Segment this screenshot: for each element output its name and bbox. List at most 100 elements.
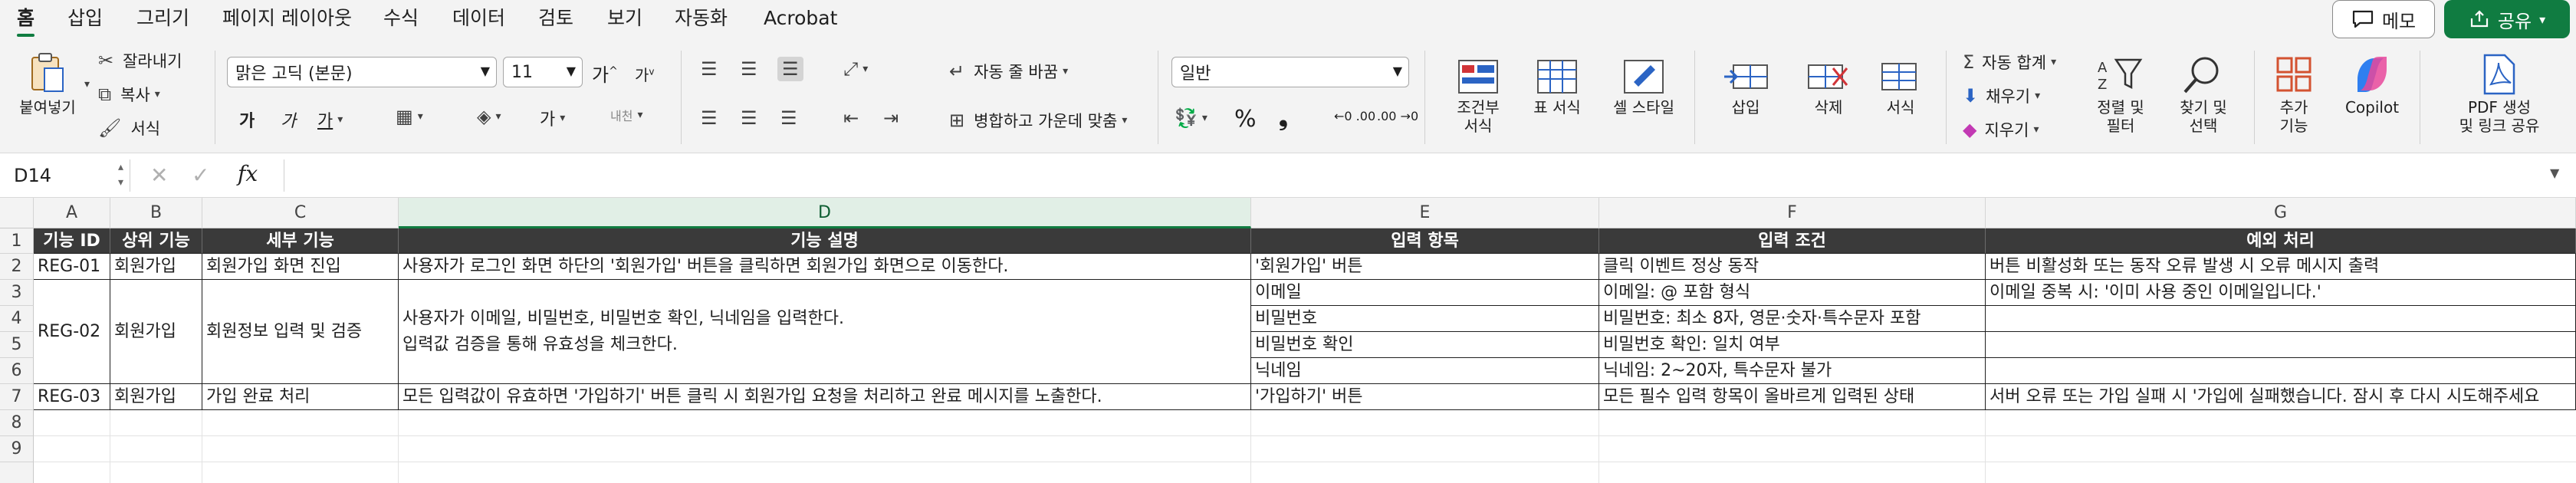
column-header-f[interactable]: F [1599,198,1986,228]
cell-c3-merged[interactable]: 회원정보 입력 및 검증 [202,280,399,384]
row-header-2[interactable]: 2 [0,254,34,280]
underline-button[interactable]: 가 ▾ [317,107,343,132]
tab-data[interactable]: 데이터 [452,5,505,32]
cell-styles-button[interactable]: 셀 스타일 [1598,55,1690,117]
header-cell-exception[interactable]: 예외 처리 [1986,228,2576,254]
cell-d7[interactable]: 모든 입력값이 유효하면 '가입하기' 버튼 클릭 시 회원가입 요청을 처리하… [399,384,1251,410]
cell-g7[interactable]: 서버 오류 또는 가입 실패 시 '가입에 실패했습니다. 잠시 후 다시 시도… [1986,384,2576,410]
align-middle-button[interactable]: ☰ [741,58,757,80]
worksheet-grid[interactable]: A B C D E F G 1 2 3 4 5 6 7 8 9 기능 ID 상위… [0,198,2576,483]
cell-e2[interactable]: '회원가입' 버튼 [1251,254,1599,280]
bold-button[interactable]: 가 [239,107,255,132]
cell-b3-merged[interactable]: 회원가입 [110,280,202,384]
expand-formula-button[interactable]: ▼ [2550,166,2559,180]
font-name-select[interactable]: 맑은 고딕 (본문) ▼ [227,57,497,87]
cell-e6[interactable]: 닉네임 [1251,358,1599,384]
row-header-9[interactable]: 9 [0,436,34,462]
row-header-1[interactable]: 1 [0,228,34,254]
sort-filter-button[interactable]: AZ 정렬 및 필터 [2081,51,2160,135]
pdf-share-button[interactable]: PDF 생성 및 링크 공유 [2435,51,2564,135]
paste-dropdown[interactable]: ▾ [80,78,90,90]
clear-button[interactable]: ◆ 지우기 ▾ [1963,118,2039,141]
header-cell-input[interactable]: 입력 항목 [1251,228,1599,254]
column-header-e[interactable]: E [1251,198,1599,228]
column-header-g[interactable]: G [1986,198,2576,228]
header-cell-description[interactable]: 기능 설명 [399,228,1251,254]
cell-f6[interactable]: 닉네임: 2~20자, 특수문자 불가 [1599,358,1986,384]
align-top-button[interactable]: ☰ [701,58,718,80]
comments-button[interactable]: 메모 [2332,0,2435,38]
cell-e3[interactable]: 이메일 [1251,280,1599,306]
cell-f7[interactable]: 모든 필수 입력 항목이 올바르게 입력된 상태 [1599,384,1986,410]
copilot-button[interactable]: Copilot [2334,51,2410,117]
cell-f3[interactable]: 이메일: @ 포함 형식 [1599,280,1986,306]
cell-d2[interactable]: 사용자가 로그인 화면 하단의 '회원가입' 버튼을 클릭하면 회원가입 화면으… [399,254,1251,280]
row-header-7[interactable]: 7 [0,384,34,410]
decrease-indent-button[interactable]: ⇤ [843,107,859,129]
cell-g5[interactable] [1986,332,2576,358]
decrease-decimal-button[interactable]: .00 →0 [1377,109,1418,123]
tab-automate[interactable]: 자동화 [675,5,728,32]
increase-font-button[interactable]: 가^ [592,60,618,87]
cell-e4[interactable]: 비밀번호 [1251,306,1599,332]
italic-button[interactable]: 가 [281,107,296,132]
tab-home[interactable]: 홈 [17,5,35,37]
cell-g4[interactable] [1986,306,2576,332]
format-painter-button[interactable]: 🖌 서식 [98,117,160,140]
header-cell-condition[interactable]: 입력 조건 [1599,228,1986,254]
row-header-5[interactable]: 5 [0,332,34,358]
cell-e5[interactable]: 비밀번호 확인 [1251,332,1599,358]
wrap-text-button[interactable]: ↵ 자동 줄 바꿈 ▾ [949,60,1068,83]
accounting-format-button[interactable]: 💱 ▾ [1175,107,1208,129]
format-cells-button[interactable]: 서식 [1861,55,1940,117]
cell-f4[interactable]: 비밀번호: 최소 8자, 영문·숫자·특수문자 포함 [1599,306,1986,332]
format-as-table-button[interactable]: 표 서식 [1523,55,1592,117]
row-header-4[interactable]: 4 [0,306,34,332]
share-button[interactable]: 공유 ▾ [2444,0,2570,38]
row-header-8[interactable]: 8 [0,410,34,436]
row-header-3[interactable]: 3 [0,280,34,306]
cell-a2[interactable]: REG-01 [34,254,110,280]
cell-a3-merged[interactable]: REG-02 [34,280,110,384]
fill-color-button[interactable]: ◈ ▾ [477,106,501,127]
column-header-a[interactable]: A [34,198,110,228]
name-box[interactable]: D14 ▴ ▾ [0,159,130,192]
cell-a7[interactable]: REG-03 [34,384,110,410]
fill-button[interactable]: ⬇ 채우기 ▾ [1963,84,2040,107]
font-size-select[interactable]: 11 ▼ [503,57,583,87]
header-cell-id[interactable]: 기능 ID [34,228,110,254]
align-left-button[interactable]: ☰ [701,107,718,129]
tab-page-layout[interactable]: 페이지 레이아웃 [222,5,352,32]
insert-cells-button[interactable]: 삽입 [1707,55,1785,117]
increase-indent-button[interactable]: ⇥ [883,107,899,129]
merge-center-button[interactable]: ⊞ 병합하고 가운데 맞춤 ▾ [949,109,1127,132]
borders-button[interactable]: ▦ ▾ [396,106,423,127]
tab-acrobat[interactable]: Acrobat [764,5,837,32]
autosum-button[interactable]: Σ 자동 합계 ▾ [1963,51,2056,74]
cell-e7[interactable]: '가입하기' 버튼 [1251,384,1599,410]
phonetic-button[interactable]: 내천 ▾ [610,106,642,124]
number-format-select[interactable]: 일반 ▼ [1171,57,1409,87]
font-color-button[interactable]: 가 ▾ [540,106,565,130]
cell-b2[interactable]: 회원가입 [110,254,202,280]
formula-input[interactable] [284,159,2545,192]
increase-decimal-button[interactable]: ←0 .00 [1334,109,1375,123]
cell-d3-merged[interactable]: 사용자가 이메일, 비밀번호, 비밀번호 확인, 닉네임을 입력한다. 입력값 … [399,280,1251,384]
conditional-format-button[interactable]: 조건부 서식 [1441,55,1515,135]
decrease-font-button[interactable]: 가v [635,63,655,85]
cell-g6[interactable] [1986,358,2576,384]
confirm-edit-button[interactable]: ✓ [192,163,209,188]
find-select-button[interactable]: 찾기 및 선택 [2164,51,2243,135]
copy-button[interactable]: ⧉ 복사 ▾ [98,83,160,106]
percent-button[interactable]: % [1234,106,1257,133]
align-center-button[interactable]: ☰ [741,107,757,129]
tab-draw[interactable]: 그리기 [136,5,189,32]
row-header-6[interactable]: 6 [0,358,34,384]
select-all-corner[interactable] [0,198,34,228]
tab-review[interactable]: 검토 [538,5,573,32]
column-header-d[interactable]: D [399,198,1251,228]
header-cell-detail[interactable]: 세부 기능 [202,228,399,254]
insert-function-button[interactable]: fx [238,161,258,186]
cut-button[interactable]: ✂ 잘라내기 [98,49,182,72]
tab-view[interactable]: 보기 [607,5,642,32]
